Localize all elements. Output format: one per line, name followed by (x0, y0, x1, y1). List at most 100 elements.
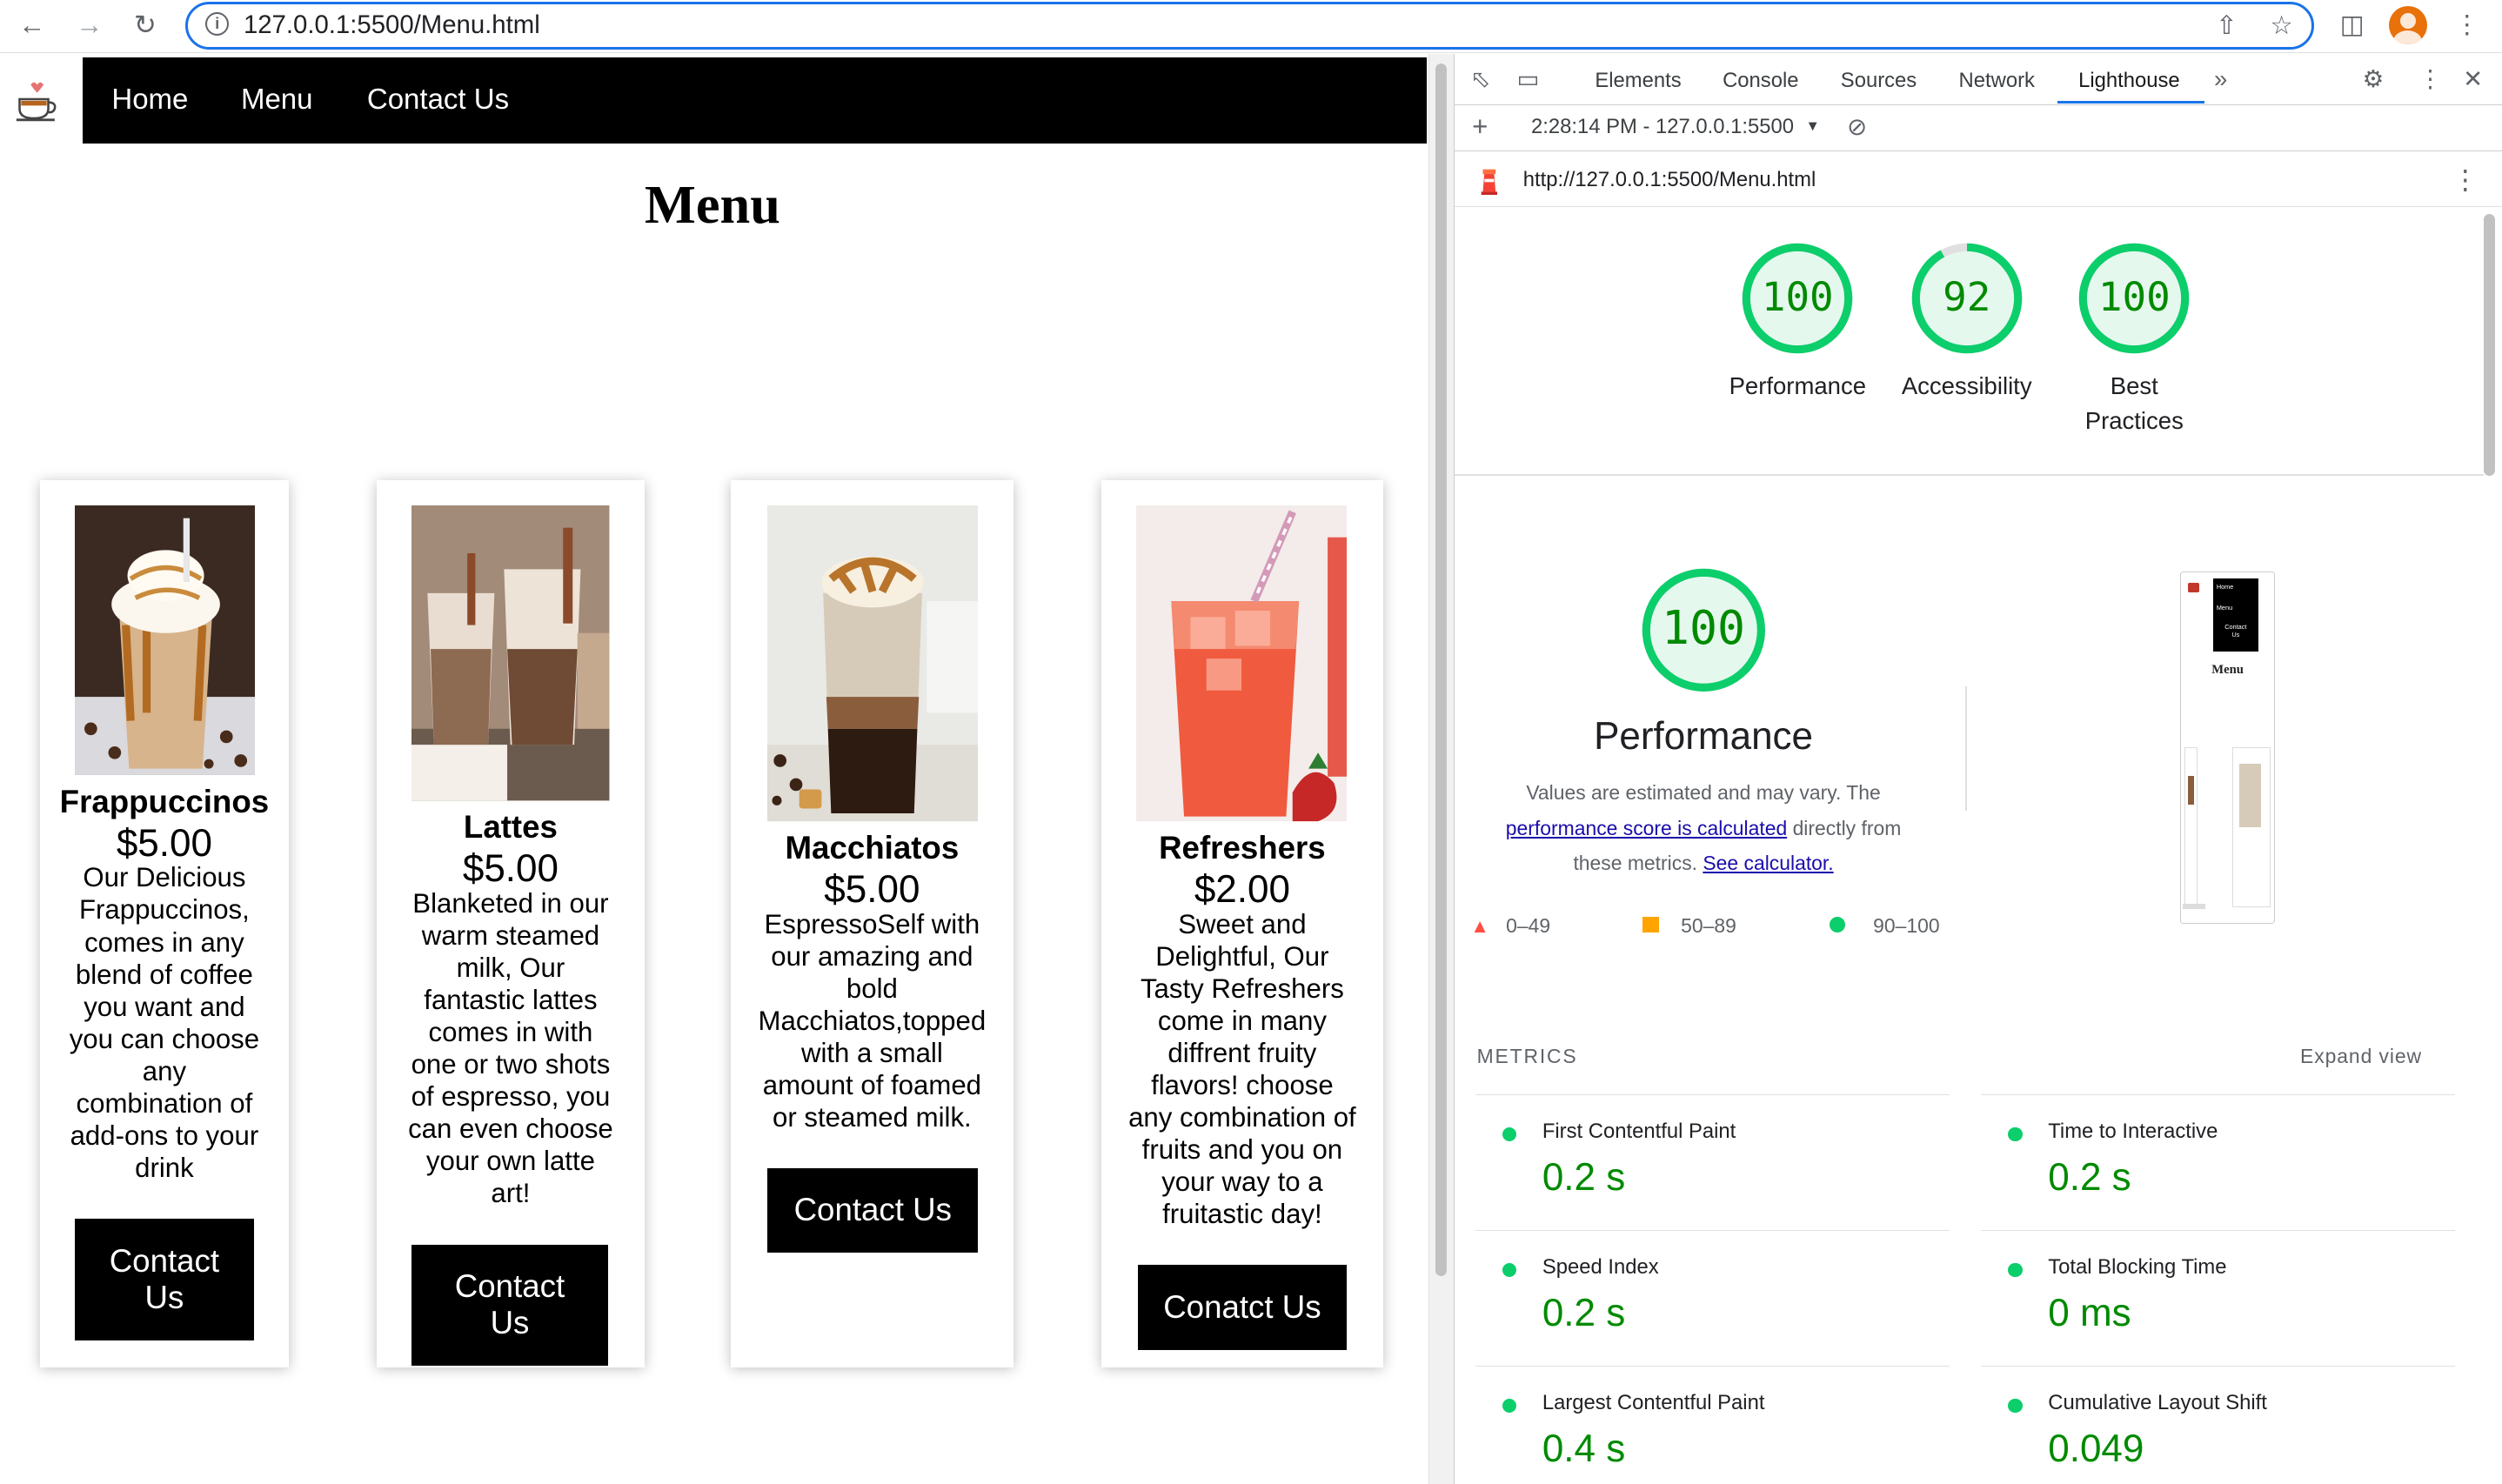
score-calculated-link[interactable]: performance score is calculated (1506, 817, 1787, 839)
page-screenshot-thumbnail[interactable]: Home Menu Contact Us Menu (2180, 571, 2275, 924)
new-report-plus-icon[interactable]: + (1472, 111, 1488, 143)
nav-link-home[interactable]: Home (111, 83, 188, 116)
report-url[interactable]: http://127.0.0.1:5500/Menu.html (1523, 168, 1816, 192)
card-name: Frappuccinos (59, 783, 270, 819)
active-tab-indicator (2057, 100, 2204, 104)
screenshot-root: { "browser": { "url": "127.0.0.1:5500/Me… (0, 0, 2502, 1484)
see-calculator-link[interactable]: See calculator. (1703, 852, 1833, 874)
site-info-icon[interactable]: i (204, 11, 230, 37)
contact-us-button[interactable]: Contact Us (411, 1244, 608, 1367)
settings-gear-icon[interactable]: ⚙ (2363, 65, 2385, 93)
page-viewport: Home Menu Contact Us Menu Frappuccinos $… (0, 54, 1428, 1484)
thumb-card-image (2187, 776, 2195, 806)
expand-view-toggle[interactable]: Expand view (2300, 1045, 2422, 1068)
score-label-accessibility: Accessibility (1901, 371, 2032, 399)
tab-console[interactable]: Console (1723, 69, 1798, 93)
pass-dot-icon (2008, 1126, 2023, 1142)
score-value: 100 (2097, 272, 2171, 320)
nav-link-menu[interactable]: Menu (241, 83, 313, 116)
metrics-heading: METRICS (1476, 1045, 1578, 1068)
card-description: Our Delicious Frappuccinos, comes in any bl… (69, 862, 260, 1183)
refresher-image (1135, 505, 1348, 822)
profile-avatar[interactable] (2388, 6, 2427, 45)
card-name: Refreshers (1159, 829, 1326, 866)
card-description: Blanketed in our warm steamed milk, Our fan… (408, 887, 613, 1209)
forward-icon[interactable]: → (72, 8, 107, 43)
back-icon[interactable]: ← (15, 8, 50, 43)
section-divider (1454, 473, 2484, 476)
nav-link-contact-us[interactable]: Contact Us (367, 83, 509, 116)
browser-toolbar: ← → ↻ i 127.0.0.1:5500/Menu.html ⇧ ☆ ◫ ⋮ (0, 0, 2502, 53)
coffee-cup-logo-icon[interactable] (15, 80, 63, 124)
performance-big-gauge: 100 (1640, 566, 1768, 694)
page-scrollbar[interactable] (1428, 54, 1454, 1484)
reload-icon[interactable]: ↻ (128, 8, 163, 43)
score-label-best-practices: Best Practices (2084, 371, 2184, 435)
devtools-tabbar: ⬁ ▭ Elements Console Sources Network Lig… (1454, 54, 2502, 106)
share-icon[interactable]: ⇧ (2216, 10, 2238, 41)
tab-network[interactable]: Network (1959, 69, 2035, 93)
pass-dot-icon (1502, 1262, 1517, 1278)
report-selector[interactable]: 2:28:14 PM - 127.0.0.1:5500 (1531, 115, 1794, 139)
card-price: $5.00 (116, 821, 212, 865)
page-title: Menu (645, 174, 780, 235)
card-price: $5.00 (462, 846, 559, 890)
metric-speed-index: Speed Index 0.2 s (1475, 1230, 1950, 1366)
report-dropdown-icon[interactable]: ▼ (1805, 118, 1819, 135)
bookmark-star-icon[interactable]: ☆ (2270, 10, 2292, 41)
lighthouse-url-bar: http://127.0.0.1:5500/Menu.html ⋮ (1454, 153, 2502, 208)
vertical-separator (1964, 685, 1967, 811)
address-bar[interactable]: i 127.0.0.1:5500/Menu.html ⇧ ☆ (184, 1, 2314, 50)
devtools-scrollbar[interactable] (2479, 207, 2501, 1483)
report-menu-icon[interactable]: ⋮ (2452, 164, 2479, 196)
score-value: 92 (1943, 272, 1991, 320)
device-toolbar-icon[interactable]: ▭ (1516, 65, 1539, 93)
average-square-icon (1642, 916, 1659, 933)
inspect-element-icon[interactable]: ⬁ (1470, 65, 1490, 93)
browser-menu-icon[interactable]: ⋮ (2451, 10, 2483, 42)
contact-us-button[interactable]: Contact Us (75, 1219, 254, 1340)
thumb-navbar: Home Menu Contact Us (2213, 578, 2258, 652)
metric-time-to-interactive: Time to Interactive 0.2 s (1981, 1094, 2455, 1230)
contact-us-button[interactable]: Contact Us (767, 1167, 979, 1253)
more-tabs-icon[interactable]: » (2214, 65, 2227, 93)
legend-pass: 90–100 (1829, 914, 1940, 938)
score-value: 100 (1761, 272, 1834, 320)
card-description: Sweet and Delightful, Our Tasty Refreshers… (1128, 908, 1356, 1230)
tab-lighthouse[interactable]: Lighthouse (2078, 69, 2180, 93)
tab-elements[interactable]: Elements (1595, 69, 1681, 93)
address-url[interactable]: 127.0.0.1:5500/Menu.html (244, 10, 540, 40)
close-devtools-icon[interactable]: ✕ (2463, 65, 2483, 93)
thumb-logo-icon (2187, 583, 2199, 593)
page-scrollbar-thumb[interactable] (1435, 64, 1447, 1277)
pass-dot-icon (1502, 1126, 1517, 1142)
thumb-scrollbar (2183, 904, 2205, 909)
score-gauge-accessibility[interactable]: 92 (1910, 241, 2024, 356)
card-name: Macchiatos (785, 829, 960, 866)
pass-dot-icon (2008, 1262, 2023, 1278)
pass-circle-icon (1829, 916, 1846, 933)
thumb-title: Menu (2211, 663, 2244, 678)
card-price: $2.00 (1194, 867, 1290, 911)
menu-card-lattes: Lattes $5.00 Blanketed in our warm steame… (376, 480, 645, 1367)
contact-us-button[interactable]: Conatct Us (1137, 1265, 1348, 1350)
tab-sources[interactable]: Sources (1841, 69, 1917, 93)
legend-fail: ▲ 0–49 (1470, 913, 1551, 937)
card-description: EspressoSelf with our amazing and bold Macc… (758, 908, 987, 1133)
card-price: $5.00 (824, 867, 920, 911)
legend-average: 50–89 (1642, 914, 1736, 938)
score-gauge-performance[interactable]: 100 (1740, 241, 1855, 356)
score-gauge-best-practices[interactable]: 100 (2077, 241, 2191, 356)
frappuccino-image (75, 505, 256, 776)
devtools-scrollbar-thumb[interactable] (2483, 213, 2495, 476)
performance-description: Values are estimated and may vary. The p… (1505, 781, 1902, 875)
metric-total-blocking-time: Total Blocking Time 0 ms (1981, 1230, 2455, 1366)
menu-card-macchiatos: Macchiatos $5.00 EspressoSelf with our am… (731, 480, 1014, 1367)
devtools-menu-icon[interactable]: ⋮ (2418, 65, 2443, 93)
clear-reports-icon[interactable]: ⊘ (1847, 113, 1867, 141)
lighthouse-icon (1482, 169, 1498, 195)
score-label-performance: Performance (1729, 371, 1866, 399)
side-panel-icon[interactable]: ◫ (2336, 10, 2368, 42)
macchiato-image (767, 505, 979, 822)
score-value: 100 (1662, 601, 1746, 656)
